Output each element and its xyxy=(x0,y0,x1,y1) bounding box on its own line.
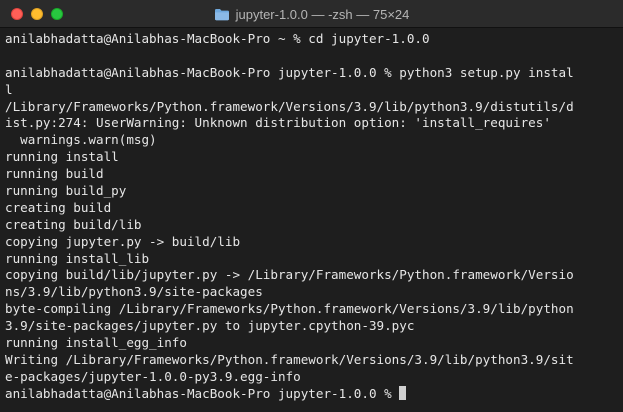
prompt-text: anilabhadatta@Anilabhas-MacBook-Pro jupy… xyxy=(5,385,400,401)
terminal-line: copying build/lib/jupyter.py -> /Library… xyxy=(5,267,574,283)
terminal-line: warnings.warn(msg) xyxy=(5,132,157,148)
terminal-line: ns/3.9/lib/python3.9/site-packages xyxy=(5,284,263,300)
terminal-line: anilabhadatta@Anilabhas-MacBook-Pro jupy… xyxy=(5,64,574,80)
terminal-output[interactable]: anilabhadatta@Anilabhas-MacBook-Pro ~ % … xyxy=(0,28,610,412)
window-title-group: jupyter-1.0.0 — -zsh — 75×24 xyxy=(0,0,623,28)
terminal-line: running install xyxy=(5,149,119,165)
terminal-line: running install_egg_info xyxy=(5,335,187,351)
terminal-line: byte-compiling /Library/Frameworks/Pytho… xyxy=(5,301,574,317)
title-bar[interactable]: jupyter-1.0.0 — -zsh — 75×24 xyxy=(0,0,623,28)
terminal-line: 3.9/site-packages/jupyter.py to jupyter.… xyxy=(5,318,415,334)
terminal-line: running build_py xyxy=(5,183,127,199)
prompt-line[interactable]: anilabhadatta@Anilabhas-MacBook-Pro jupy… xyxy=(5,385,610,403)
terminal-line: l xyxy=(5,81,13,97)
terminal-line: running install_lib xyxy=(5,250,150,266)
text-cursor xyxy=(399,385,407,400)
window-title: jupyter-1.0.0 — -zsh — 75×24 xyxy=(235,6,410,22)
terminal-line: anilabhadatta@Anilabhas-MacBook-Pro ~ % … xyxy=(5,31,430,46)
terminal-line: /Library/Frameworks/Python.framework/Ver… xyxy=(5,98,574,114)
terminal-line: creating build xyxy=(5,199,112,215)
terminal-line: ist.py:274: UserWarning: Unknown distrib… xyxy=(5,115,551,131)
scrollbar[interactable] xyxy=(614,32,620,408)
terminal-line: copying jupyter.py -> build/lib xyxy=(5,233,241,249)
terminal-line: creating build/lib xyxy=(5,216,142,232)
terminal-line: running build xyxy=(5,166,104,182)
terminal-line: e-packages/jupyter-1.0.0-py3.9.egg-info xyxy=(5,368,301,384)
folder-icon xyxy=(214,8,230,21)
terminal-window: jupyter-1.0.0 — -zsh — 75×24 anilabhadat… xyxy=(0,0,623,412)
terminal-line: Writing /Library/Frameworks/Python.frame… xyxy=(5,351,574,367)
